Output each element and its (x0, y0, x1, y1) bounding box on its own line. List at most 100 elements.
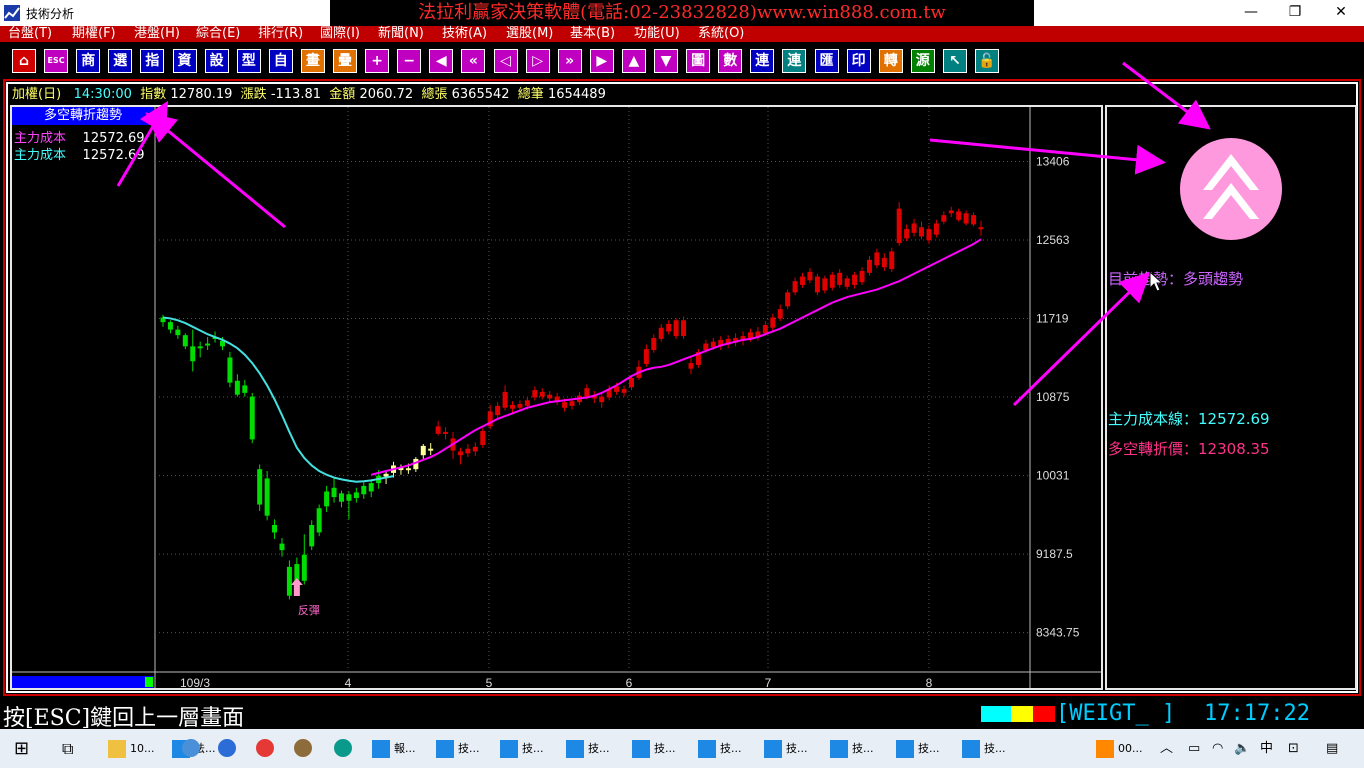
taskbar-item-label: 技... (786, 742, 808, 755)
y-tick-label: 8343.75 (1036, 626, 1080, 640)
candle (197, 341, 203, 358)
ma-line-cyan (162, 316, 394, 483)
candle (554, 392, 560, 405)
stock-code: [WEIGT_ ] (1056, 701, 1176, 726)
app-window-icon (108, 740, 126, 758)
chrome-icon[interactable] (256, 739, 274, 757)
task-view-icon[interactable]: ⧉ (62, 729, 73, 768)
candle (933, 219, 939, 238)
candle (361, 481, 367, 499)
candle-body (896, 208, 902, 244)
candle-body (167, 322, 173, 330)
taskbar-item[interactable]: 技... (566, 732, 610, 765)
taskbar-item[interactable]: 技... (632, 732, 676, 765)
candle (859, 267, 865, 285)
windows-taskbar: ⊞ ⧉ 10... 法... 報... 技... 技... 技... 技... 技... 技..… (0, 729, 1364, 768)
candle-body (502, 391, 508, 408)
candle-body (785, 292, 791, 307)
candle (777, 304, 783, 322)
notification-icon[interactable]: ▤ (1326, 729, 1338, 768)
taskbar-item[interactable]: 技... (436, 732, 480, 765)
candle (353, 487, 359, 503)
candle (286, 560, 292, 600)
candle-body (971, 215, 977, 225)
candle (948, 206, 954, 218)
ime-language[interactable]: 中 (1260, 729, 1273, 768)
candle-body (331, 487, 337, 498)
candle (904, 224, 910, 242)
candle (725, 335, 731, 349)
taskbar-item[interactable]: 技... (830, 732, 874, 765)
taskbar-item-label: 00... (1118, 742, 1143, 755)
wifi-icon[interactable]: ◠ (1212, 729, 1223, 768)
candle-body (911, 223, 917, 233)
candle-body (338, 493, 344, 502)
candle-body (777, 309, 783, 319)
candle-body (405, 468, 411, 471)
candle (272, 519, 278, 539)
candle-body (472, 446, 478, 452)
candle (911, 218, 917, 237)
candle (242, 379, 248, 397)
paint-icon[interactable] (294, 739, 312, 757)
candle (755, 326, 761, 341)
taskbar-item[interactable]: 技... (500, 732, 544, 765)
candle (770, 313, 776, 331)
y-tick-label: 10875 (1036, 390, 1070, 404)
taskbar-item[interactable]: 00... (1096, 732, 1143, 765)
candlestick-chart[interactable]: 13406 12563 11719 10875 10031 9187.5 8343.75 10… (0, 0, 1364, 768)
pivot-label: 多空轉折價： (1108, 440, 1199, 458)
taskbar-item-label: 技... (654, 742, 676, 755)
edge-icon[interactable] (334, 739, 352, 757)
taskbar-item[interactable]: 技... (962, 732, 1006, 765)
candle (532, 386, 538, 401)
clock: 17:17:22 (1204, 701, 1310, 726)
indicator-title[interactable]: 多空轉折趨勢 (12, 107, 154, 125)
candle-body (547, 394, 553, 399)
candle-body (480, 431, 486, 445)
main-cost-line: 主力成本線：12572.69 (1108, 408, 1270, 429)
taskbar-item[interactable]: 技... (896, 732, 940, 765)
candle-body (443, 431, 449, 434)
edge-browser-icon[interactable] (218, 739, 236, 757)
candle-body (919, 227, 925, 237)
candle (866, 256, 872, 276)
trend-label: 目前趨勢： (1108, 270, 1184, 288)
files-icon[interactable] (182, 739, 200, 757)
candle (822, 275, 828, 294)
start-windows-icon[interactable]: ⊞ (14, 729, 29, 768)
candle-body (837, 272, 843, 285)
candle-body (249, 396, 255, 440)
candle-body (562, 402, 568, 408)
app-window-icon (1096, 740, 1114, 758)
scroll-thumb (145, 677, 153, 687)
taskbar-item[interactable]: 技... (764, 732, 808, 765)
taskbar-item[interactable]: 報... (372, 732, 416, 765)
ime-mode-icon[interactable]: ⊡ (1288, 729, 1299, 768)
candle-body (822, 278, 828, 291)
candle-body (673, 320, 679, 337)
candle (465, 444, 471, 458)
candle-body (829, 274, 835, 288)
candle-body (807, 271, 813, 281)
candle (814, 273, 820, 296)
candle (190, 329, 196, 372)
candle (874, 248, 880, 269)
taskbar-item[interactable]: 10... (108, 732, 155, 765)
taskbar-item-label: 10... (130, 742, 155, 755)
candle (896, 202, 902, 246)
candle-body (309, 524, 315, 547)
candle-body (963, 213, 969, 224)
tray-chevron-icon[interactable]: ︿ (1160, 729, 1173, 768)
candle (324, 485, 330, 512)
candle-body (859, 270, 865, 283)
candle (167, 320, 173, 334)
x-tick-label: 6 (626, 676, 633, 690)
candle (234, 374, 240, 397)
candle-body (353, 492, 359, 499)
candle (435, 420, 441, 436)
volume-icon[interactable]: 🔈 (1234, 729, 1250, 768)
taskbar-item[interactable]: 技... (698, 732, 742, 765)
candle (205, 337, 211, 351)
app-window-icon (372, 740, 390, 758)
